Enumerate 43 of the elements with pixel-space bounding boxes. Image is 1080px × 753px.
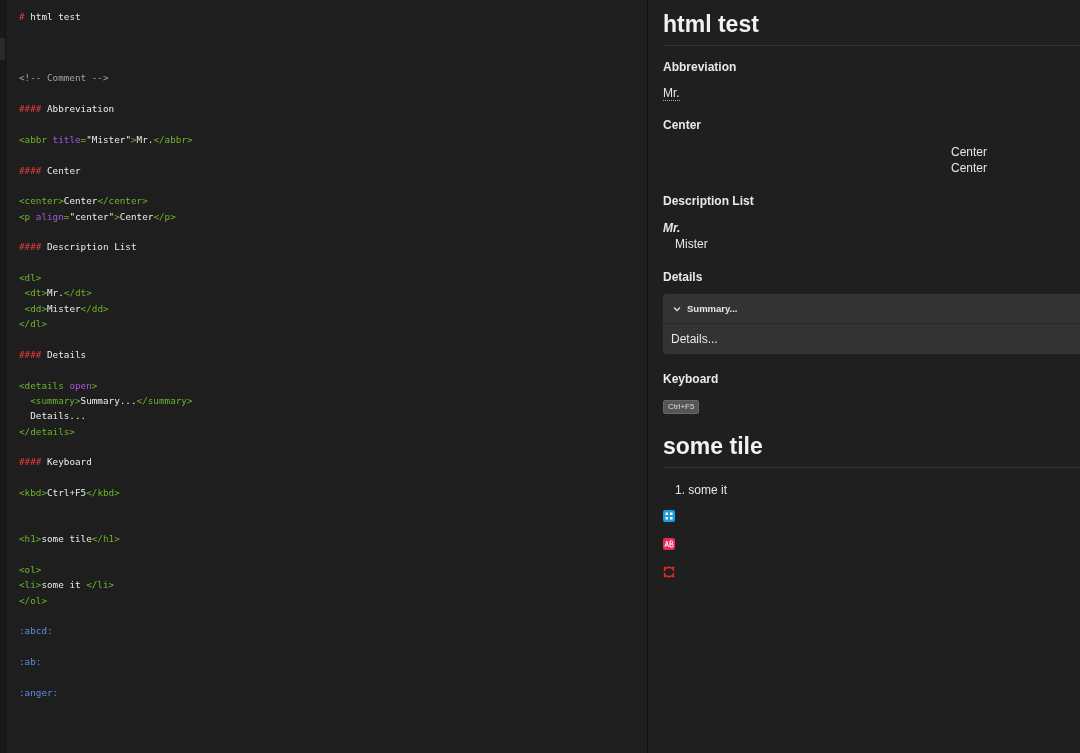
keyboard-key: Ctrl+F5 xyxy=(663,400,700,414)
code-line: <center>Center</center> xyxy=(19,194,149,209)
code-line: Details... xyxy=(29,409,88,424)
code-line: #### Abbreviation xyxy=(19,102,116,117)
code-line: <!-- Comment --> xyxy=(19,71,110,86)
code-line: # html test xyxy=(19,10,82,24)
code-line: :abcd: xyxy=(19,624,54,639)
code-line: <h1>some tile</h1> xyxy=(19,532,121,547)
centered-text: Center xyxy=(951,144,987,160)
code-line: #### Details xyxy=(19,347,88,362)
details-text: Details... xyxy=(671,332,718,346)
subheading: Abbreviation xyxy=(663,60,738,74)
subheading: Keyboard xyxy=(663,372,720,386)
code-line: <details open> xyxy=(19,378,99,393)
abbreviation: Mr. xyxy=(663,86,680,101)
centered-text: Center xyxy=(951,160,987,176)
subheading: Description List xyxy=(663,194,755,208)
code-line: </dl> xyxy=(19,317,48,332)
code-line: </details> xyxy=(19,424,76,439)
heading: html test xyxy=(663,10,1080,46)
code-line: #### Description List xyxy=(19,240,138,255)
code-line: <ol> xyxy=(19,562,43,577)
code-line: <kbd>Ctrl+F5</kbd> xyxy=(19,486,121,501)
chevron-icon xyxy=(673,305,681,312)
code-line: <dl> xyxy=(19,271,43,286)
code-line: :anger: xyxy=(19,685,60,700)
code-line: <dd>Mister</dd> xyxy=(23,301,110,316)
code-line: <li>some it </li> xyxy=(19,578,116,593)
list-item: 1. some it xyxy=(675,482,729,498)
code-line: <dt>Mr.</dt> xyxy=(23,286,93,301)
heading: some tile xyxy=(663,432,1080,468)
code-line: <p align="center">Center</p> xyxy=(19,209,177,224)
code-line: :ab: xyxy=(19,655,43,670)
term: Mr. xyxy=(663,220,681,236)
code-line: #### Keyboard xyxy=(19,455,93,470)
code-line: <abbr title="Mister">Mr.</abbr> xyxy=(19,132,194,147)
code-line: #### Center xyxy=(19,163,82,178)
subheading: Details xyxy=(663,270,704,284)
definition: Mister xyxy=(675,236,708,252)
code-line: <summary>Summary...</summary> xyxy=(29,394,194,408)
subheading: Center xyxy=(663,118,702,132)
summary-toggle[interactable]: Summary... xyxy=(663,294,1080,324)
code-line: </ol> xyxy=(19,593,48,608)
